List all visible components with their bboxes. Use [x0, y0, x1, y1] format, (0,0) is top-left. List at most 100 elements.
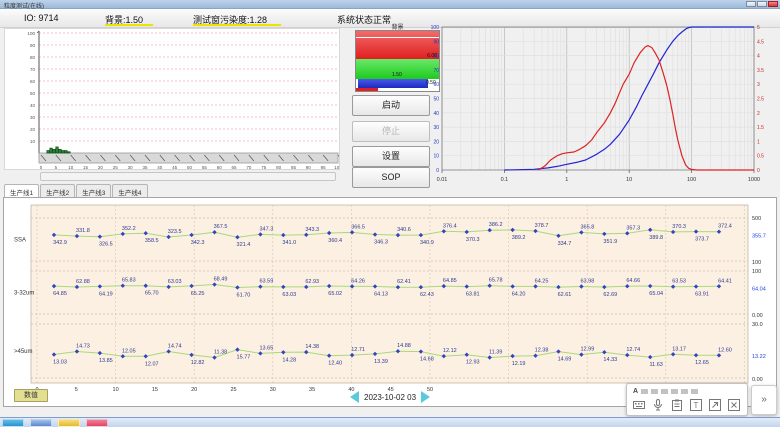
svg-text:70: 70: [433, 68, 439, 74]
close-icon[interactable]: [768, 1, 778, 7]
page-box-icon[interactable]: [708, 398, 721, 411]
svg-text:342.9: 342.9: [53, 240, 67, 246]
svg-text:366.5: 366.5: [351, 224, 365, 230]
svg-text:70: 70: [246, 165, 252, 169]
microphone-icon[interactable]: [651, 398, 664, 411]
svg-text:334.7: 334.7: [558, 241, 572, 247]
clipboard-icon[interactable]: [670, 398, 683, 411]
svg-text:90: 90: [30, 43, 36, 48]
text-box-icon[interactable]: T: [689, 398, 702, 411]
svg-text:30: 30: [433, 125, 439, 131]
svg-text:14.38: 14.38: [305, 344, 319, 350]
svg-text:365.8: 365.8: [581, 224, 595, 230]
svg-text:0.1: 0.1: [501, 177, 509, 183]
keyboard-icon[interactable]: [632, 398, 645, 411]
svg-text:12.71: 12.71: [351, 347, 365, 353]
current-date: 2023-10-02 03: [364, 393, 416, 402]
svg-text:30.0: 30.0: [752, 322, 763, 328]
sop-button[interactable]: SOP: [352, 167, 430, 188]
svg-text:30: 30: [270, 387, 276, 393]
start-button[interactable]: [2, 419, 24, 427]
svg-text:12.40: 12.40: [328, 361, 342, 367]
taskbar-app-folder[interactable]: [58, 419, 80, 427]
svg-text:10: 10: [68, 165, 74, 169]
svg-text:64.26: 64.26: [351, 278, 365, 284]
svg-text:65.78: 65.78: [489, 278, 503, 284]
svg-text:63.59: 63.59: [259, 279, 273, 285]
svg-text:13.17: 13.17: [672, 346, 686, 352]
svg-text:62.41: 62.41: [397, 279, 411, 285]
minimize-button[interactable]: [746, 1, 756, 7]
svg-text:100: 100: [752, 269, 761, 275]
settings-button[interactable]: 设置: [352, 146, 430, 167]
svg-text:2: 2: [757, 111, 760, 117]
svg-text:323.5: 323.5: [168, 229, 182, 235]
svg-text:64.41: 64.41: [718, 278, 732, 284]
svg-text:62.93: 62.93: [305, 279, 319, 285]
histogram-scrollbar[interactable]: [40, 172, 336, 181]
svg-text:61.70: 61.70: [237, 292, 251, 298]
svg-text:65.83: 65.83: [122, 278, 136, 284]
tab-production-line-3[interactable]: 生产线3: [76, 184, 111, 197]
tab-production-line-1[interactable]: 生产线1: [4, 184, 39, 197]
toolbar-overflow-chevron[interactable]: »: [751, 385, 777, 415]
prev-date-arrow-icon[interactable]: [350, 391, 359, 403]
svg-text:60: 60: [433, 82, 439, 88]
title-bar: 粒度测试(在线): [0, 0, 780, 9]
ime-toolbar: A T: [626, 383, 748, 416]
svg-text:12.74: 12.74: [626, 347, 640, 353]
ime-mode-letter[interactable]: A: [633, 388, 638, 395]
svg-text:64.85: 64.85: [443, 278, 457, 284]
close-box-icon[interactable]: [727, 398, 740, 411]
maximize-button[interactable]: [757, 1, 767, 7]
svg-text:20: 20: [98, 165, 104, 169]
svg-text:5: 5: [55, 165, 58, 169]
start-button[interactable]: 启动: [352, 95, 430, 116]
svg-text:12.12: 12.12: [443, 348, 457, 354]
gauge-red-sliver: [356, 88, 378, 91]
svg-text:4: 4: [757, 54, 760, 60]
svg-text:372.4: 372.4: [718, 224, 732, 230]
trend-chart: 05101520253035404550342.9331.8326.5352.2…: [4, 198, 776, 394]
svg-text:60: 60: [217, 165, 223, 169]
gauge-marker-line: [356, 37, 439, 38]
svg-text:386.2: 386.2: [489, 222, 503, 228]
svg-text:64.66: 64.66: [626, 278, 640, 284]
svg-text:326.5: 326.5: [99, 242, 113, 248]
svg-text:13.39: 13.39: [374, 359, 388, 365]
svg-text:0.00: 0.00: [752, 377, 763, 383]
gauge-level-bar: [358, 79, 428, 88]
taskbar-app-red[interactable]: [86, 419, 108, 427]
svg-text:95: 95: [321, 165, 327, 169]
svg-text:13.65: 13.65: [259, 345, 273, 351]
svg-text:389.2: 389.2: [512, 235, 526, 241]
svg-text:SSA: SSA: [14, 238, 26, 244]
svg-text:0.01: 0.01: [437, 177, 448, 183]
svg-text:30: 30: [30, 115, 36, 120]
svg-text:357.3: 357.3: [626, 225, 640, 231]
stop-button[interactable]: 停止: [352, 121, 430, 142]
svg-text:30: 30: [128, 165, 134, 169]
svg-text:10: 10: [30, 139, 36, 144]
tab-production-line-4[interactable]: 生产线4: [112, 184, 147, 197]
svg-text:340.9: 340.9: [420, 240, 434, 246]
svg-text:370.3: 370.3: [672, 224, 686, 230]
next-date-arrow-icon[interactable]: [421, 391, 430, 403]
svg-text:65: 65: [232, 165, 238, 169]
svg-text:12.07: 12.07: [145, 361, 159, 367]
svg-text:14.73: 14.73: [76, 343, 90, 349]
svg-text:1000: 1000: [748, 177, 760, 183]
taskbar-app-window[interactable]: [30, 419, 52, 427]
tab-production-line-2[interactable]: 生产线2: [40, 184, 75, 197]
svg-text:10: 10: [113, 387, 119, 393]
svg-text:63.91: 63.91: [695, 292, 709, 298]
svg-text:12.05: 12.05: [122, 348, 136, 354]
svg-text:12.19: 12.19: [512, 361, 526, 367]
svg-text:11.38: 11.38: [214, 350, 227, 356]
svg-text:14.28: 14.28: [282, 357, 296, 363]
numeric-view-button[interactable]: 数值: [14, 389, 48, 402]
svg-text:100: 100: [334, 165, 339, 169]
svg-text:12.65: 12.65: [695, 360, 709, 366]
io-value: IO: 9714: [24, 13, 59, 23]
svg-text:65.70: 65.70: [145, 291, 159, 297]
